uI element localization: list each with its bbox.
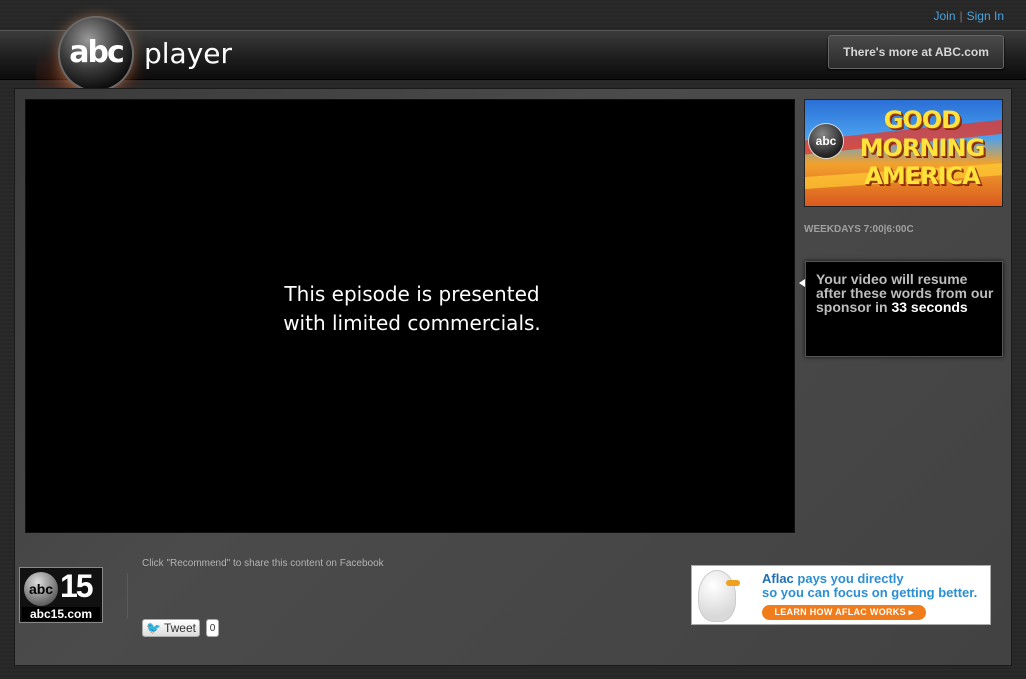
abc-logo-text: abc [69,34,124,70]
ad-countdown-box: Your video will resume after these words… [799,261,1003,357]
main-panel: This episode is presented with limited c… [14,88,1012,666]
video-message-line2: with limited commercials. [283,311,541,335]
tweet-button[interactable]: 🐦 Tweet [142,619,200,637]
ad-brand: Aflac [762,571,794,586]
station-url: abc15.com [22,607,100,621]
duck-image [698,570,736,622]
footer-divider [127,573,128,619]
promo-title-line: GOOD [883,106,961,134]
twitter-bird-icon: 🐦 [146,621,161,635]
station-number: 15 [60,568,94,604]
promo-title-line: MORNING [859,134,986,162]
ad-countdown-text: Your video will resume after these words… [816,272,996,314]
show-schedule: WEEKDAYS 7:00|6:00C [804,224,914,235]
video-player[interactable]: This episode is presented with limited c… [25,99,795,533]
link-separator: | [959,9,963,23]
account-links: Join | Sign In [934,9,1005,23]
video-message-line1: This episode is presented [284,282,540,306]
join-link[interactable]: Join [934,9,956,23]
ad-headline: Aflac pays you directly [762,571,904,586]
show-promo-banner[interactable]: abc GOOD MORNING AMERICA [804,99,1003,207]
sign-in-link[interactable]: Sign In [967,9,1004,23]
promo-abc-logo: abc [809,124,843,158]
aflac-ad-banner[interactable]: Aflac pays you directly so you can focus… [691,565,991,625]
ad-cta-button[interactable]: LEARN HOW AFLAC WORKS ▸ [762,605,926,620]
more-at-abc-button[interactable]: There's more at ABC.com [828,35,1004,69]
station-abc-icon: abc [24,572,58,606]
top-strip: Join | Sign In [0,0,1026,30]
promo-title: GOOD MORNING AMERICA [843,106,1001,190]
video-message: This episode is presented with limited c… [26,280,798,338]
promo-title-line: AMERICA [864,162,980,190]
pointer-arrow-icon [799,279,805,287]
countdown-seconds: 33 [891,299,908,315]
facebook-share-note: Click "Recommend" to share this content … [142,558,384,569]
station-logo[interactable]: abc 15 abc15.com [19,567,103,623]
tweet-count: 0 [206,619,219,637]
duck-beak [726,580,740,586]
countdown-unit: seconds [910,299,968,315]
product-name: player [144,37,233,70]
ad-subline: so you can focus on getting better. [762,585,978,600]
ad-headline-rest: pays you directly [793,571,904,586]
abc-logo[interactable]: abc [60,18,132,90]
tweet-label: Tweet [163,621,196,635]
